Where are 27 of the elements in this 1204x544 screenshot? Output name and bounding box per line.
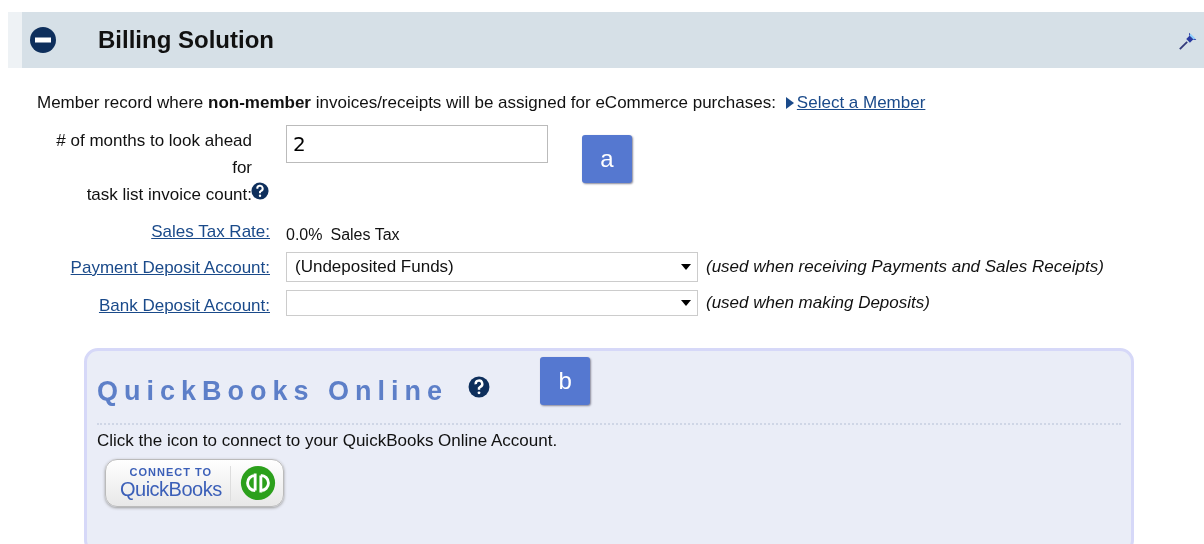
caret-icon <box>681 300 691 306</box>
triangle-icon <box>785 97 794 109</box>
account-note: (used when making Deposits) <box>706 293 930 313</box>
account-note: (used when receiving Payments and Sales Receipts) <box>706 257 1104 277</box>
help-icon[interactable] <box>468 376 491 398</box>
logo-icon <box>238 464 277 502</box>
tax-name: Sales Tax <box>330 226 400 244</box>
account-label-link[interactable]: Payment Deposit Account: <box>70 258 270 277</box>
quickbooks-title: QuickBooks Online <box>97 375 449 407</box>
select-member-link[interactable]: Select a Member <box>785 93 926 113</box>
field-label: task list invoice count: <box>86 184 252 206</box>
field-label: # of months to look ahead <box>56 130 252 152</box>
field-label: for <box>232 157 252 179</box>
connect-quickbooks-button[interactable]: CONNECT TO QuickBooks <box>105 459 284 507</box>
panel-title: Billing Solution <box>98 26 275 54</box>
account-dropdown[interactable]: (Undeposited Funds) <box>286 252 698 282</box>
tax-rate-value: 0.0% <box>286 226 323 244</box>
member-record-text: Member record where non-member invoices/receipts will be assigned for eCommerce purchases: <box>37 93 776 113</box>
months-input-field[interactable]: 2 <box>286 125 548 163</box>
account-label-link[interactable]: Bank Deposit Account: <box>98 296 270 315</box>
callout-label: b <box>540 357 591 405</box>
connect-instructions: Click the icon to connect to your QuickBooks Online Account. <box>97 431 559 451</box>
caret-icon <box>681 264 691 270</box>
help-icon[interactable] <box>251 182 269 200</box>
sales-tax-rate-link[interactable]: Sales Tax Rate: <box>151 222 270 241</box>
collapse-icon[interactable] <box>28 25 58 55</box>
callout-label: a <box>582 135 632 183</box>
